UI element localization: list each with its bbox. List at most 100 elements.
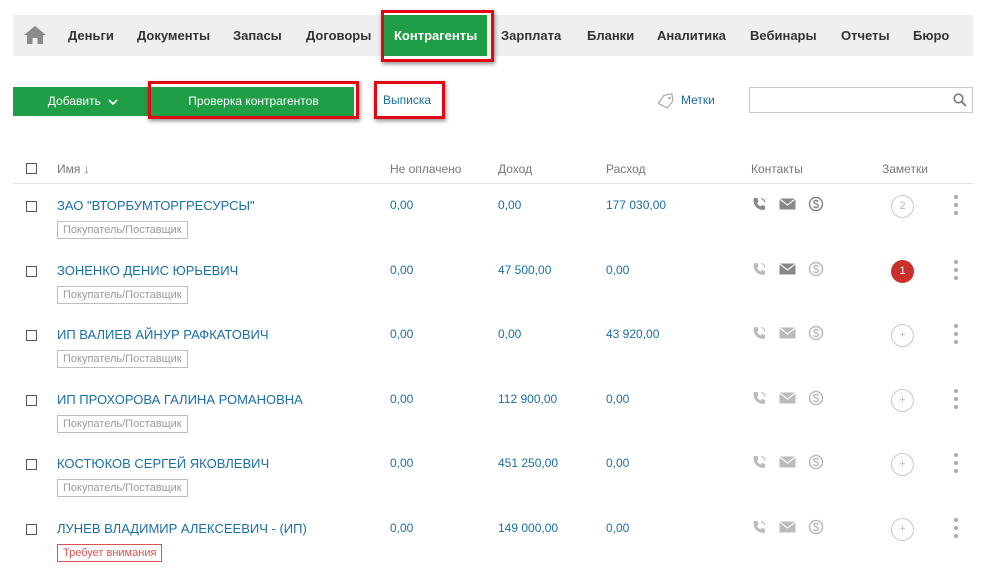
row-checkbox[interactable]: [26, 395, 37, 406]
row-checkbox[interactable]: [26, 201, 37, 212]
nav-item-salary[interactable]: Зарплата: [501, 15, 561, 56]
check-counterparties-button[interactable]: Проверка контрагентов: [153, 87, 354, 116]
nav-item-analytics[interactable]: Аналитика: [657, 15, 726, 56]
column-header-expense[interactable]: Расход: [606, 162, 646, 176]
column-header-income[interactable]: Доход: [498, 162, 532, 176]
table-row: ИП ПРОХОРОВА ГАЛИНА РОМАНОВНА Покупатель/…: [0, 389, 989, 456]
nav-item-bureau[interactable]: Бюро: [913, 15, 949, 56]
expense-value[interactable]: 0,00: [606, 456, 629, 470]
counterparty-name-link[interactable]: ИП ВАЛИЕВ АЙНУР РАФКАТОВИЧ: [57, 327, 269, 342]
check-counterparties-label: Проверка контрагентов: [188, 94, 319, 108]
statement-link[interactable]: Выписка: [383, 93, 431, 107]
tag-icon: [657, 93, 674, 109]
phone-icon[interactable]: [751, 519, 767, 535]
income-value[interactable]: 112 900,00: [498, 392, 557, 406]
row-checkbox[interactable]: [26, 524, 37, 535]
nav-item-reports[interactable]: Отчеты: [841, 15, 890, 56]
nav-item-forms[interactable]: Бланки: [587, 15, 634, 56]
counterparty-name-link[interactable]: ЛУНЕВ ВЛАДИМИР АЛЕКСЕЕВИЧ - (ИП): [57, 521, 307, 536]
notes-button[interactable]: +: [891, 453, 914, 476]
row-checkbox[interactable]: [26, 330, 37, 341]
kebab-icon[interactable]: [951, 192, 961, 218]
notes-button[interactable]: 2: [891, 195, 914, 218]
nav-item-money[interactable]: Деньги: [68, 15, 114, 56]
expense-value[interactable]: 177 030,00: [606, 198, 666, 212]
nav-item-contracts[interactable]: Договоры: [306, 15, 371, 56]
column-header-notes: Заметки: [882, 162, 928, 176]
skype-icon[interactable]: [808, 390, 824, 406]
income-value[interactable]: 451 250,00: [498, 456, 558, 470]
nav-item-stock[interactable]: Запасы: [233, 15, 282, 56]
search-icon[interactable]: [953, 93, 967, 107]
phone-icon[interactable]: [751, 325, 767, 341]
unpaid-value[interactable]: 0,00: [390, 521, 413, 535]
income-value[interactable]: 47 500,00: [498, 263, 551, 277]
unpaid-value[interactable]: 0,00: [390, 198, 413, 212]
unpaid-value[interactable]: 0,00: [390, 327, 413, 341]
status-badge[interactable]: Покупатель/Поставщик: [57, 350, 188, 368]
row-checkbox[interactable]: [26, 266, 37, 277]
tags-label: Метки: [681, 93, 715, 107]
expense-value[interactable]: 43 920,00: [606, 327, 659, 341]
expense-value[interactable]: 0,00: [606, 263, 629, 277]
unpaid-value[interactable]: 0,00: [390, 392, 413, 406]
header-divider: [13, 183, 973, 184]
phone-icon[interactable]: [751, 390, 767, 406]
mail-icon[interactable]: [779, 263, 796, 275]
mail-icon[interactable]: [779, 456, 796, 468]
skype-icon[interactable]: [808, 261, 824, 277]
row-checkbox[interactable]: [26, 459, 37, 470]
notes-button[interactable]: +: [891, 324, 914, 347]
status-badge[interactable]: Покупатель/Поставщик: [57, 286, 188, 304]
kebab-icon[interactable]: [951, 515, 961, 541]
skype-icon[interactable]: [808, 519, 824, 535]
expense-value[interactable]: 0,00: [606, 392, 629, 406]
column-header-contacts: Контакты: [751, 162, 803, 176]
counterparty-name-link[interactable]: ЗОНЕНКО ДЕНИС ЮРЬЕВИЧ: [57, 263, 238, 278]
mail-icon[interactable]: [779, 521, 796, 533]
column-header-unpaid[interactable]: Не оплачено: [390, 162, 461, 176]
income-value[interactable]: 149 000,00: [498, 521, 558, 535]
income-value[interactable]: 0,00: [498, 198, 521, 212]
search-input[interactable]: [749, 87, 973, 113]
mail-icon[interactable]: [779, 392, 796, 404]
counterparty-name-link[interactable]: ЗАО "ВТОРБУМТОРГРЕСУРСЫ": [57, 198, 255, 213]
phone-icon[interactable]: [751, 196, 767, 212]
add-button[interactable]: Добавить: [13, 87, 153, 116]
select-all-checkbox[interactable]: [26, 163, 37, 174]
status-badge[interactable]: Требует внимания: [57, 544, 163, 562]
phone-icon[interactable]: [751, 454, 767, 470]
kebab-icon[interactable]: [951, 321, 961, 347]
phone-icon[interactable]: [751, 261, 767, 277]
mail-icon[interactable]: [779, 198, 796, 210]
skype-icon[interactable]: [808, 196, 824, 212]
kebab-icon[interactable]: [951, 386, 961, 412]
income-value[interactable]: 0,00: [498, 327, 521, 341]
nav-item-counterparties[interactable]: Контрагенты: [384, 15, 488, 56]
status-badge[interactable]: Покупатель/Поставщик: [57, 221, 188, 239]
top-nav: Деньги Документы Запасы Договоры Контраг…: [13, 15, 973, 56]
status-badge[interactable]: Покупатель/Поставщик: [57, 415, 188, 433]
table-row: ЛУНЕВ ВЛАДИМИР АЛЕКСЕЕВИЧ - (ИП) Требует …: [0, 518, 989, 572]
counterparty-name-link[interactable]: КОСТЮКОВ СЕРГЕЙ ЯКОВЛЕВИЧ: [57, 456, 269, 471]
skype-icon[interactable]: [808, 325, 824, 341]
unpaid-value[interactable]: 0,00: [390, 263, 413, 277]
counterparty-name-link[interactable]: ИП ПРОХОРОВА ГАЛИНА РОМАНОВНА: [57, 392, 303, 407]
notes-button[interactable]: 1: [891, 260, 914, 283]
kebab-icon[interactable]: [951, 450, 961, 476]
home-icon[interactable]: [23, 25, 47, 45]
table-row: ЗАО "ВТОРБУМТОРГРЕСУРСЫ" Покупатель/Поста…: [0, 195, 989, 262]
kebab-icon[interactable]: [951, 257, 961, 283]
nav-item-documents[interactable]: Документы: [137, 15, 210, 56]
notes-button[interactable]: +: [891, 518, 914, 541]
notes-button[interactable]: +: [891, 389, 914, 412]
status-badge[interactable]: Покупатель/Поставщик: [57, 479, 188, 497]
nav-item-webinars[interactable]: Вебинары: [750, 15, 817, 56]
mail-icon[interactable]: [779, 327, 796, 339]
unpaid-value[interactable]: 0,00: [390, 456, 413, 470]
table-row: КОСТЮКОВ СЕРГЕЙ ЯКОВЛЕВИЧ Покупатель/Пост…: [0, 453, 989, 520]
skype-icon[interactable]: [808, 454, 824, 470]
table-row: ЗОНЕНКО ДЕНИС ЮРЬЕВИЧ Покупатель/Поставщи…: [0, 260, 989, 327]
expense-value[interactable]: 0,00: [606, 521, 629, 535]
column-header-name[interactable]: Имя ↓: [57, 162, 90, 176]
